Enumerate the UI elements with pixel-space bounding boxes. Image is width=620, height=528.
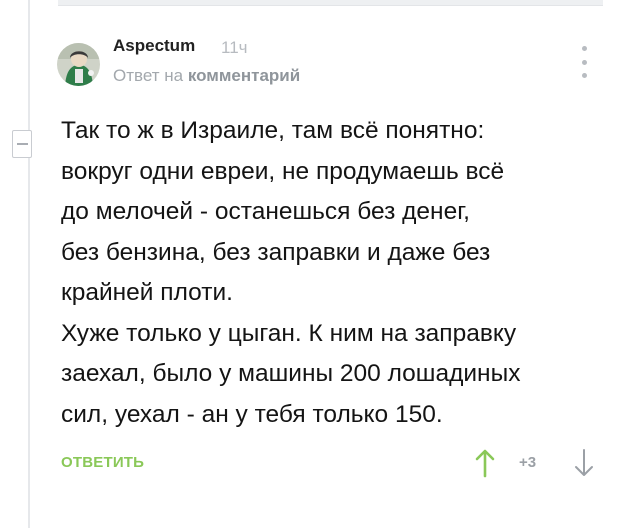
comment-line: без бензина, без заправки и даже без bbox=[61, 238, 491, 266]
comment-body: Так то ж в Израиле, там всё понятно: вок… bbox=[61, 111, 606, 435]
reply-button[interactable]: ОТВЕТИТЬ bbox=[61, 454, 144, 471]
more-vertical-icon[interactable] bbox=[578, 46, 590, 78]
comment-line: сил, уехал - ан у тебя только 150. bbox=[61, 400, 443, 428]
arrow-down-icon[interactable] bbox=[573, 448, 595, 478]
collapse-thread-button[interactable] bbox=[12, 130, 32, 158]
comment-line: Хуже только у цыган. К ним на заправку bbox=[61, 319, 517, 347]
thread-line[interactable] bbox=[28, 0, 30, 528]
minus-icon bbox=[16, 143, 28, 145]
comment-line: заехал, было у машины 200 лошадиных bbox=[61, 360, 521, 387]
comment-line: до мелочей - останешься без денег, bbox=[61, 198, 470, 225]
comment-line: Так то ж в Израиле, там всё понятно: bbox=[61, 117, 485, 144]
parent-comment-link[interactable]: комментарий bbox=[188, 66, 300, 85]
author-name[interactable]: Aspectum bbox=[113, 36, 195, 56]
rating-score: +3 bbox=[519, 454, 537, 471]
avatar[interactable] bbox=[57, 43, 100, 86]
previous-comment-edge bbox=[58, 0, 603, 6]
arrow-up-icon[interactable] bbox=[474, 448, 496, 478]
comment-time: 11ч bbox=[221, 38, 248, 57]
reply-prefix: Ответ на bbox=[113, 66, 184, 85]
reply-to-info: Ответ на комментарий bbox=[113, 66, 300, 86]
comment-line: крайней плоти. bbox=[61, 279, 233, 306]
avatar-image bbox=[57, 43, 100, 86]
comment-line: вокруг одни евреи, не продумаешь всё bbox=[61, 157, 505, 185]
